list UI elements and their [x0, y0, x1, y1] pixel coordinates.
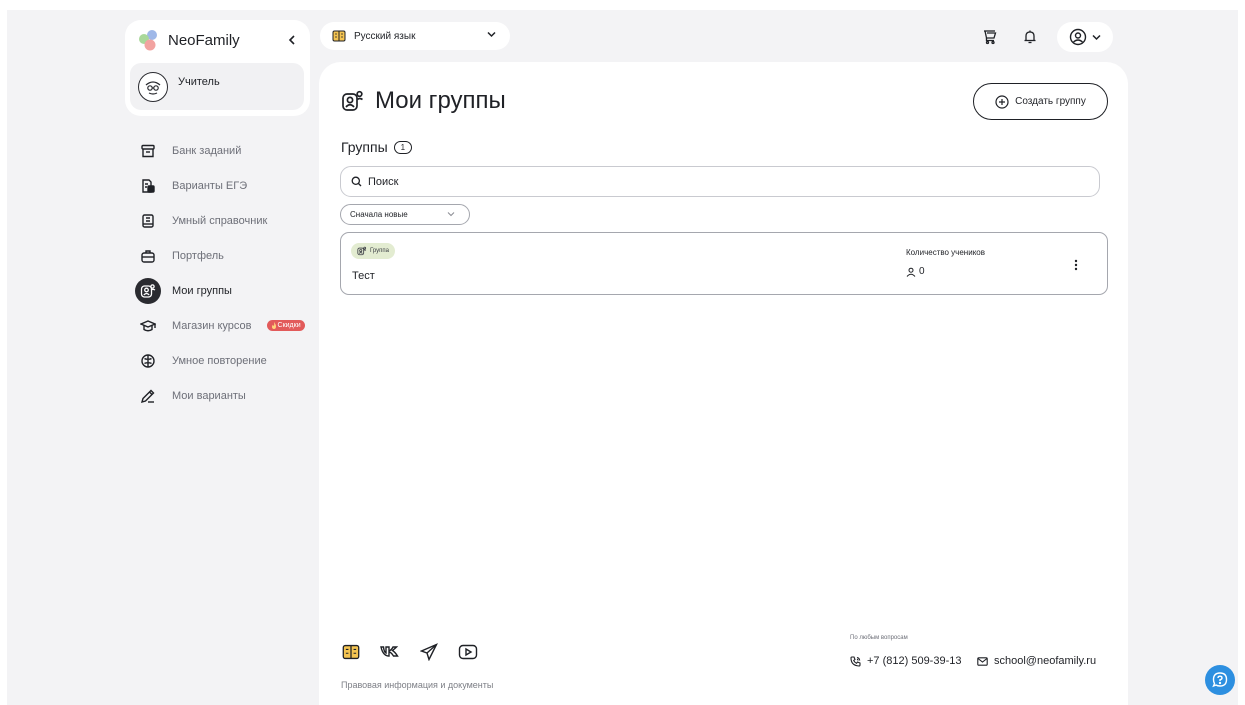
neofamily-book-link[interactable] [341, 642, 361, 662]
sidebar-item-label: Портфель [172, 249, 224, 262]
sidebar-item-label: Варианты ЕГЭ [172, 179, 248, 192]
role-switcher[interactable]: Учитель [130, 63, 304, 110]
user-circle-icon [1069, 28, 1087, 46]
phone-icon [850, 655, 861, 667]
more-vertical-icon [1074, 259, 1078, 271]
sidebar-item-label: Мои группы [172, 284, 232, 297]
brand-name: NeoFamily [168, 31, 240, 49]
profile-menu-button[interactable] [1057, 22, 1113, 52]
sidebar-item-my-groups[interactable]: Мои группы [135, 273, 310, 308]
group-icon [357, 246, 367, 256]
sidebar-nav: Банк заданий Варианты ЕГЭ Умный справочн… [135, 133, 310, 413]
sidebar-item-label: Магазин курсов [172, 319, 252, 332]
search-box [340, 166, 1100, 197]
sidebar-item-label: Умное повторение [172, 354, 267, 367]
sidebar-item-portfolio[interactable]: Портфель [135, 238, 310, 273]
students-count-value: 0 [919, 266, 925, 277]
bell-icon [1022, 29, 1038, 45]
group-card[interactable]: Группа Тест Количество учеников 0 [340, 232, 1108, 295]
telegram-link[interactable] [419, 642, 439, 662]
subject-label: Русский язык [354, 30, 416, 42]
teacher-avatar-icon [138, 71, 168, 102]
cart-button[interactable] [975, 23, 1005, 51]
pencil-icon [135, 383, 161, 409]
telegram-icon [420, 643, 438, 661]
help-chat-icon [1211, 671, 1229, 689]
students-count: 0 [906, 266, 925, 277]
sidebar-item-label: Мои варианты [172, 389, 246, 402]
create-group-button[interactable]: Создать группу [973, 83, 1108, 120]
chevron-down-icon [447, 211, 455, 217]
phone-link[interactable]: +7 (812) 509-39-13 [850, 655, 961, 667]
group-name: Тест [352, 270, 375, 282]
page-title: Мои группы [341, 87, 506, 115]
social-links [341, 642, 478, 662]
group-tag: Группа [351, 243, 396, 259]
sale-badge: Скидки [266, 320, 305, 331]
book-open-icon [342, 643, 360, 661]
youtube-icon [458, 644, 478, 660]
sidebar-item-task-bank[interactable]: Банк заданий [135, 133, 310, 168]
contact-caption: По любым вопросам [850, 635, 908, 641]
create-group-label: Создать группу [1015, 96, 1086, 107]
sort-label: Сначала новые [350, 210, 408, 219]
chevron-left-icon [288, 35, 296, 45]
group-icon [135, 277, 161, 304]
sidebar-item-ege-variants[interactable]: Варианты ЕГЭ [135, 168, 310, 203]
briefcase-icon [135, 243, 161, 269]
book-open-icon [332, 29, 346, 43]
main-content: Мои группы Создать группу Группы 1 Снача… [319, 62, 1128, 705]
groups-count-badge: 1 [393, 140, 413, 154]
brain-icon [135, 348, 161, 374]
archive-icon [135, 138, 161, 164]
group-actions-button[interactable] [1066, 255, 1086, 275]
sidebar-item-smart-repetition[interactable]: Умное повторение [135, 343, 310, 378]
role-label: Учитель [178, 75, 220, 88]
plus-circle-icon [995, 94, 1009, 109]
group-icon [341, 89, 365, 113]
group-tag-label: Группа [370, 248, 390, 254]
search-input[interactable] [368, 175, 1068, 188]
help-chat-button[interactable] [1205, 665, 1235, 695]
subject-select[interactable]: Русский язык [320, 22, 510, 50]
email-link[interactable]: school@neofamily.ru [977, 655, 1096, 667]
documents-icon [135, 173, 161, 199]
chevron-down-icon [487, 31, 496, 38]
brand[interactable]: NeoFamily [137, 28, 240, 52]
collapse-sidebar-button[interactable] [284, 32, 300, 48]
graduation-cap-icon [135, 313, 161, 339]
vk-link[interactable] [380, 642, 400, 662]
vk-icon [380, 645, 400, 659]
mail-icon [977, 656, 988, 666]
phone-number: +7 (812) 509-39-13 [867, 655, 962, 667]
email-address: school@neofamily.ru [994, 655, 1097, 667]
sidebar-item-smart-reference[interactable]: Умный справочник [135, 203, 310, 238]
cart-icon [982, 29, 998, 45]
sidebar-item-my-variants[interactable]: Мои варианты [135, 378, 310, 413]
youtube-link[interactable] [458, 642, 478, 662]
person-icon [906, 267, 916, 277]
search-icon [351, 176, 362, 187]
sort-select[interactable]: Сначала новые [340, 204, 470, 225]
groups-header: Группы 1 [341, 139, 413, 155]
sidebar-item-course-store[interactable]: Магазин курсов Скидки [135, 308, 310, 343]
students-count-label: Количество учеников [906, 248, 985, 257]
brand-card: NeoFamily Учитель [125, 20, 310, 116]
top-actions [975, 22, 1113, 52]
groups-title: Группы [341, 139, 388, 155]
flame-icon [271, 322, 277, 329]
sidebar-item-label: Банк заданий [172, 144, 242, 157]
page-title-text: Мои группы [375, 87, 506, 114]
neofamily-logo-icon [137, 28, 161, 52]
notifications-button[interactable] [1015, 23, 1045, 51]
book-icon [135, 208, 161, 234]
chevron-down-icon [1092, 34, 1101, 41]
sidebar-item-label: Умный справочник [172, 214, 268, 227]
legal-link[interactable]: Правовая информация и документы [341, 680, 493, 690]
sale-badge-label: Скидки [277, 322, 301, 329]
